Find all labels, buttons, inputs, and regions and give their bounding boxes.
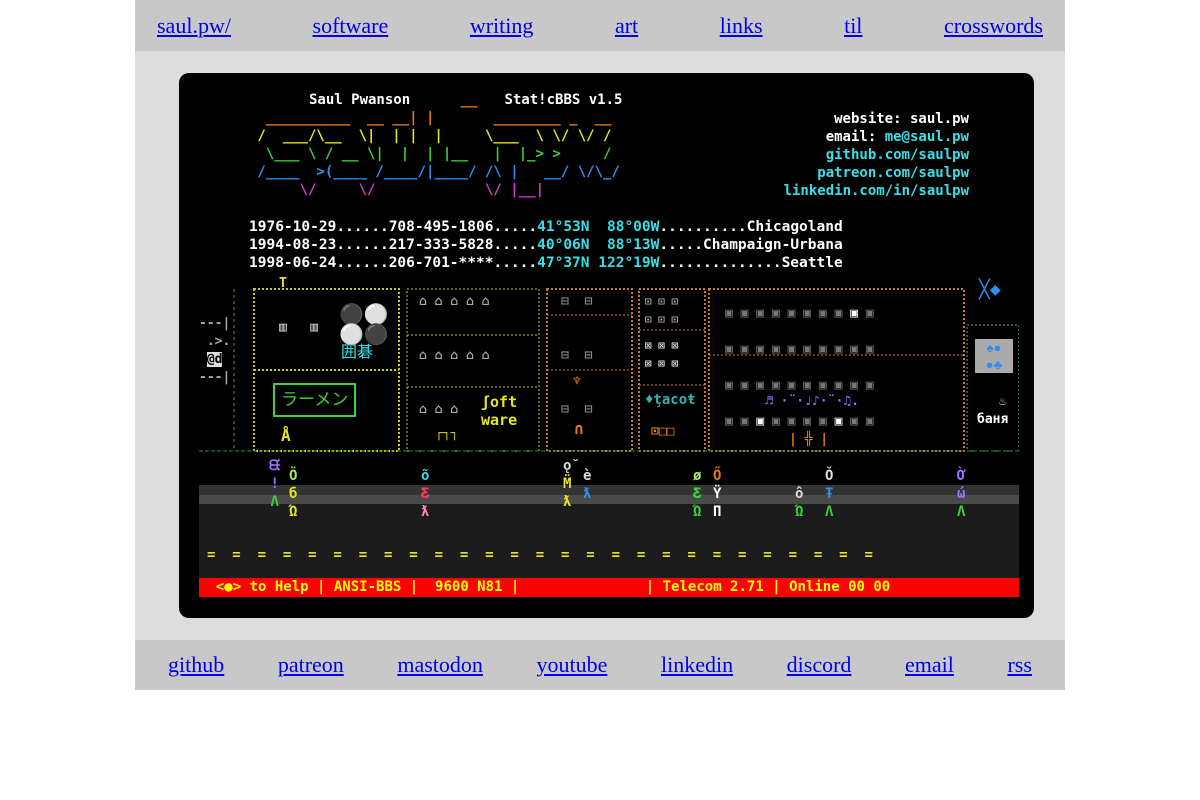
bldg-ornament: ♆ bbox=[573, 374, 581, 389]
window-row: ⌂ ⌂ ⌂ bbox=[419, 402, 459, 417]
timeline-row: 1998-06-24......206-701-****.....47°37N … bbox=[249, 255, 843, 271]
email-link[interactable]: me@saul.pw bbox=[885, 129, 969, 145]
banya-roof-icon: ╳◆ bbox=[979, 279, 1001, 300]
footer-link-discord[interactable]: discord bbox=[787, 652, 852, 678]
website-link[interactable]: saul.pw bbox=[910, 111, 969, 127]
city-scene: T ---| .>. @d ---| ▥ ▥ ⚫⚪ ⚪⚫ 囲碁 ラーメン Å ⌂ … bbox=[199, 275, 1019, 455]
github-link[interactable]: github.com/saulpw bbox=[826, 147, 969, 163]
ramen-door: Å bbox=[281, 426, 291, 445]
nav-link-crosswords[interactable]: crosswords bbox=[944, 13, 1043, 39]
window-row: ▥ ▥ bbox=[279, 320, 319, 335]
ramen-sign: ラーメン bbox=[273, 383, 357, 417]
nav-link-til[interactable]: til bbox=[844, 13, 862, 39]
person: ŐŸΠ bbox=[713, 468, 722, 520]
antenna: T bbox=[279, 276, 287, 291]
window-row: ⌂ ⌂ ⌂ ⌂ ⌂ bbox=[419, 294, 490, 309]
linkedin-link[interactable]: linkedin.com/in/saulpw bbox=[784, 183, 969, 199]
ansi-screen: Saul Pwanson __ Stat!cBBS v1.5 _________… bbox=[179, 73, 1034, 618]
footer-link-rss[interactable]: rss bbox=[1007, 652, 1031, 678]
baud-rate: 9600 N81 bbox=[435, 579, 503, 595]
city-buildings-outline bbox=[199, 288, 1019, 452]
music-notes: ♬ ·¨·♩♪·¨·♫. bbox=[765, 394, 859, 409]
header-name: Saul Pwanson bbox=[309, 92, 411, 108]
bottom-nav: github patreon mastodon youtube linkedin… bbox=[135, 640, 1065, 690]
page: saul.pw/ software writing art links til … bbox=[135, 0, 1065, 690]
person: ᙙ! Λ bbox=[269, 458, 281, 510]
person: ŎŦΛ bbox=[825, 468, 834, 520]
person: øƸΏ bbox=[693, 468, 702, 520]
person: ǫ̆ M̈ ƛ bbox=[563, 458, 572, 510]
window-grid: ⊡ ⊡ ⊡ ⊡ ⊡ ⊡ bbox=[645, 295, 679, 326]
left-sign: ---| .>. @d ---| bbox=[199, 316, 231, 385]
nav-link-home[interactable]: saul.pw/ bbox=[157, 13, 231, 39]
pedestrians: ᙙ! Λ ÖбΏ õƸƛ ǫ̆ M̈ ƛ èƛ øƸΏ ŐŸΠ ôΏ ŎŦΛ ỜώΛ bbox=[199, 458, 1019, 523]
term-mode: ANSI-BBS bbox=[333, 579, 402, 595]
email-line: email: me@saul.pw bbox=[825, 129, 969, 145]
person: ỜώΛ bbox=[957, 468, 966, 520]
window-row: ▣ ▣ ▣ ▣ ▣ ▣ ▣ ▣ ▣ ▣ bbox=[725, 414, 874, 429]
timeline-row: 1994-08-23......217-333-5828.....40°06N … bbox=[249, 237, 843, 253]
nav-link-links[interactable]: links bbox=[720, 13, 763, 39]
window-row: ⊟ ⊟ bbox=[561, 402, 593, 417]
music-door: | ╬ | bbox=[789, 432, 829, 447]
person: ôΏ bbox=[795, 486, 804, 520]
person: ÖбΏ bbox=[289, 468, 298, 520]
contact-block: website: saul.pw email: me@saul.pw githu… bbox=[739, 110, 969, 200]
window-row: ▣ ▣ ▣ ▣ ▣ ▣ ▣ ▣ ▣ ▣ bbox=[725, 342, 874, 357]
steam-icon: ♨ bbox=[999, 394, 1007, 409]
window-grid: ⊠ ⊠ ⊠ ⊠ ⊠ ⊠ bbox=[645, 339, 679, 370]
timeline-row: 1976-10-29......708-495-1806.....41°53N … bbox=[249, 219, 843, 235]
terminal-name: Telecom 2.71 bbox=[662, 579, 764, 595]
ascii-logo: Saul Pwanson __ Stat!cBBS v1.5 _________… bbox=[249, 92, 623, 198]
help-hint[interactable]: <●> to Help bbox=[216, 579, 309, 595]
window-row: ⊟ ⊟ bbox=[561, 294, 593, 309]
arch-door: ∩ bbox=[574, 419, 584, 438]
window-row: ▣ ▣ ▣ ▣ ▣ ▣ ▣ ▣ ▣ ▣ bbox=[725, 306, 874, 321]
go-sign: 囲碁 bbox=[341, 342, 374, 361]
footer-link-github[interactable]: github bbox=[168, 652, 224, 678]
footer-link-mastodon[interactable]: mastodon bbox=[397, 652, 483, 678]
online-timer: Online 00 00 bbox=[789, 579, 891, 595]
software-door: ┌┐┐ bbox=[435, 426, 459, 441]
footer-link-email[interactable]: email bbox=[905, 652, 954, 678]
top-nav: saul.pw/ software writing art links til … bbox=[135, 0, 1065, 51]
website-line: website: saul.pw bbox=[834, 111, 969, 127]
window-row: ⊟ ⊟ bbox=[561, 348, 593, 363]
person: èƛ bbox=[583, 468, 592, 502]
nav-link-art[interactable]: art bbox=[615, 13, 638, 39]
footer-link-patreon[interactable]: patreon bbox=[278, 652, 344, 678]
patreon-link[interactable]: patreon.com/saulpw bbox=[817, 165, 969, 181]
nav-link-software[interactable]: software bbox=[313, 13, 389, 39]
lane-markings: = = = = = = = = = = = = = = = = = = = = … bbox=[207, 547, 873, 563]
timeline: 1976-10-29......708-495-1806.....41°53N … bbox=[249, 218, 843, 272]
software-sign: ʃoft ware bbox=[481, 393, 518, 429]
person: õƸƛ bbox=[421, 468, 430, 520]
cards-icon: ♠● ●♣ bbox=[975, 339, 1013, 373]
taco-door: ⊡□□ bbox=[651, 424, 675, 439]
footer-link-linkedin[interactable]: linkedin bbox=[661, 652, 733, 678]
banya-sign: баня bbox=[977, 412, 1009, 427]
footer-link-youtube[interactable]: youtube bbox=[537, 652, 608, 678]
window-row: ⌂ ⌂ ⌂ ⌂ ⌂ bbox=[419, 348, 490, 363]
header-bbs: Stat!cBBS v1.5 bbox=[504, 92, 623, 108]
taco-sign: ♦ţacoŧ bbox=[645, 392, 696, 408]
status-bar: <●> to Help | ANSI-BBS | 9600 N81 | | Te… bbox=[199, 578, 1019, 597]
nav-link-writing[interactable]: writing bbox=[470, 13, 534, 39]
go-stones-icon: ⚫⚪ ⚪⚫ bbox=[339, 304, 389, 346]
